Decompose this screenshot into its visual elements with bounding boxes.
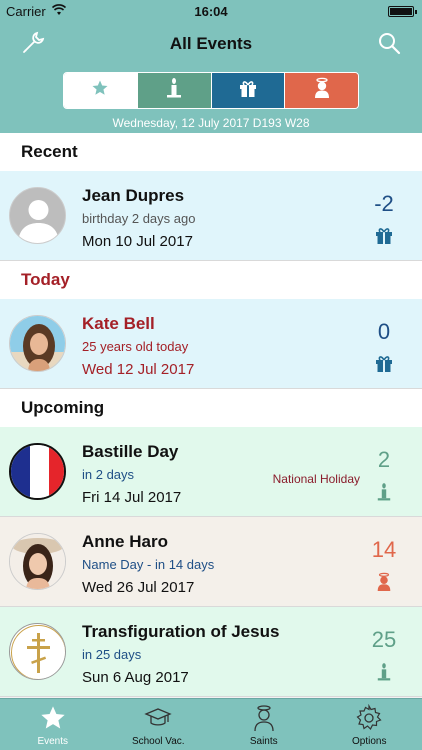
- event-name: Jean Dupres: [82, 186, 185, 205]
- tab-label: Events: [37, 736, 69, 747]
- gift-icon: [366, 353, 402, 375]
- section-header-upcoming: Upcoming: [0, 389, 422, 427]
- gift-icon: [238, 78, 258, 103]
- candle-icon: [366, 661, 402, 683]
- days-count: 0: [377, 319, 391, 344]
- tab-school-vacations[interactable]: School Vac.: [106, 699, 212, 750]
- saint-icon: [366, 571, 402, 593]
- event-date: Wed 26 Jul 2017: [82, 579, 195, 596]
- tab-options[interactable]: Options: [317, 699, 422, 750]
- french-flag-avatar: [9, 443, 66, 500]
- avatar-placeholder: [9, 187, 66, 244]
- page-title: All Events: [169, 34, 253, 53]
- event-subtitle: in 25 days: [82, 647, 142, 662]
- event-subtitle: birthday 2 days ago: [82, 211, 196, 226]
- event-name: Transfiguration of Jesus: [82, 622, 280, 641]
- saint-icon: [254, 705, 274, 732]
- list-item[interactable]: Transfiguration of Jesus in 25 days Sun …: [0, 607, 422, 697]
- orthodox-cross-avatar: [9, 623, 66, 680]
- gift-icon: [366, 225, 402, 247]
- tab-label: Options: [352, 736, 387, 747]
- star-icon: [41, 706, 65, 729]
- graduation-cap-icon: [144, 708, 172, 726]
- event-subtitle: 25 years old today: [82, 339, 189, 354]
- filter-saints[interactable]: [285, 73, 358, 108]
- battery-icon: [388, 6, 417, 17]
- list-item[interactable]: Bastille Day in 2 days Fri 14 Jul 2017 N…: [0, 427, 422, 517]
- list-item[interactable]: Jean Dupres birthday 2 days ago Mon 10 J…: [0, 171, 422, 261]
- gear-icon: [356, 704, 382, 731]
- star-icon: [91, 79, 109, 102]
- events-list: Recent Jean Dupres birthday 2 days ago M…: [0, 133, 422, 698]
- event-name: Kate Bell: [82, 314, 155, 333]
- event-category-tag: National Holiday: [272, 472, 360, 486]
- event-subtitle: Name Day - in 14 days: [82, 557, 215, 572]
- event-date: Wed 12 Jul 2017: [82, 361, 195, 378]
- saint-icon: [312, 77, 332, 104]
- event-filter-control: [63, 72, 359, 109]
- tab-events[interactable]: Events: [0, 699, 106, 750]
- avatar: [9, 315, 66, 372]
- tab-saints[interactable]: Saints: [211, 699, 317, 750]
- event-subtitle: in 2 days: [82, 467, 135, 482]
- tab-bar: Events School Vac. Saints Options: [0, 698, 422, 750]
- navigation-bar: All Events: [0, 22, 422, 66]
- section-header-today: Today: [0, 261, 422, 299]
- event-name: Bastille Day: [82, 442, 179, 461]
- tab-label: Saints: [249, 736, 278, 747]
- days-count: 14: [371, 537, 397, 562]
- section-header-recent: Recent: [0, 133, 422, 171]
- header: Carrier 16:04 All Events Wednesday, 12 J…: [0, 0, 422, 133]
- search-icon[interactable]: [376, 30, 402, 56]
- event-date: Sun 6 Aug 2017: [82, 669, 189, 686]
- list-item[interactable]: Kate Bell 25 years old today Wed 12 Jul …: [0, 299, 422, 389]
- list-item[interactable]: Anne Haro Name Day - in 14 days Wed 26 J…: [0, 517, 422, 607]
- event-name: Anne Haro: [82, 532, 168, 551]
- days-count: 2: [377, 447, 391, 472]
- filter-all[interactable]: [64, 73, 138, 108]
- tab-label: School Vac.: [131, 736, 185, 747]
- days-count: 25: [371, 627, 397, 652]
- event-date: Fri 14 Jul 2017: [82, 489, 182, 506]
- candle-icon: [366, 481, 402, 503]
- filter-birthdays[interactable]: [211, 73, 286, 108]
- days-count: -2: [374, 191, 394, 216]
- candle-icon: [165, 77, 183, 104]
- current-date-label: Wednesday, 12 July 2017 D193 W28: [112, 116, 310, 130]
- filter-holidays[interactable]: [137, 73, 212, 108]
- event-date: Mon 10 Jul 2017: [82, 233, 193, 250]
- avatar: [9, 533, 66, 590]
- status-bar: Carrier 16:04: [0, 0, 422, 22]
- clock: 16:04: [194, 4, 228, 19]
